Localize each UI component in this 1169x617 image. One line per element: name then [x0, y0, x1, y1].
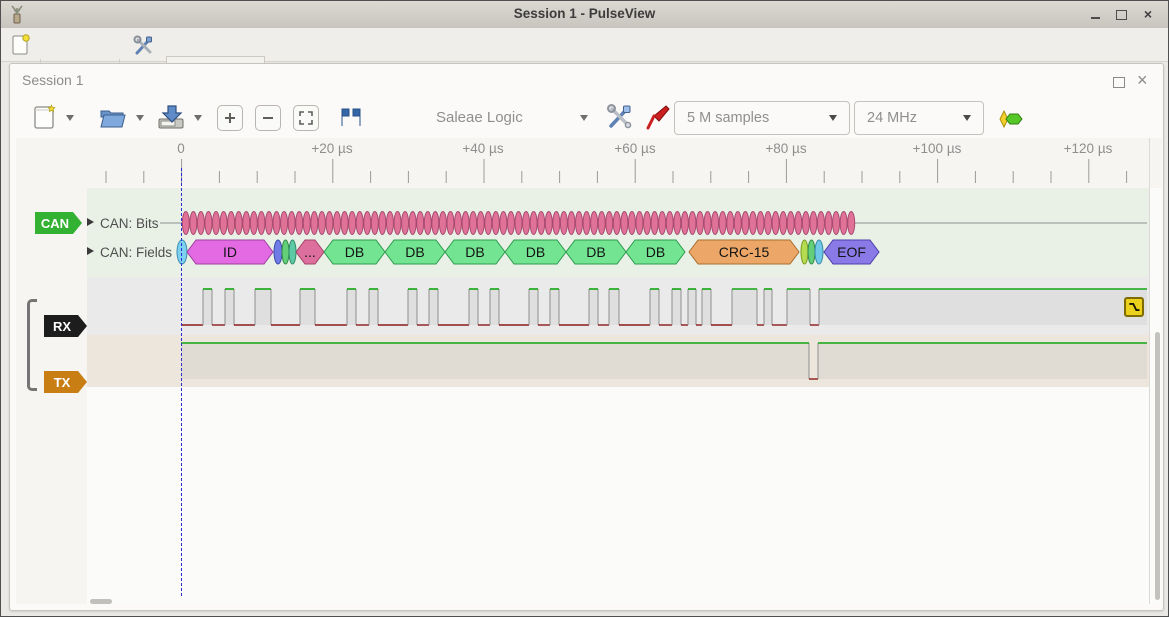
- sample-count-caret: [829, 115, 837, 121]
- rx-waveform: [181, 289, 1147, 325]
- new-session-icon[interactable]: [11, 34, 31, 56]
- tx-waveform: [181, 343, 1147, 379]
- open-file-dropdown-caret[interactable]: [136, 115, 144, 121]
- sample-rate-value: 24 MHz: [867, 110, 963, 126]
- svg-text:...: ...: [304, 244, 316, 260]
- ruler-ticks: [106, 159, 1127, 183]
- rx-channel-tag[interactable]: RX: [44, 315, 87, 337]
- window-titlebar: Session 1 - PulseView ×: [1, 1, 1168, 29]
- waveform-layer: ID... DB DB DB DB DB DB CRC-15 EOF: [16, 138, 1162, 604]
- svg-text:DB: DB: [345, 244, 364, 260]
- svg-text:DB: DB: [405, 244, 424, 260]
- window-maximize-button[interactable]: [1114, 8, 1128, 21]
- sample-rate-select[interactable]: 24 MHz: [854, 101, 984, 135]
- settings-tools-icon[interactable]: [132, 34, 156, 58]
- sample-rate-caret: [963, 115, 971, 121]
- channel-group-bracket: [27, 299, 37, 391]
- add-decoder-icon[interactable]: [996, 108, 1028, 130]
- bits-row-label: CAN: Bits: [100, 216, 159, 231]
- main-toolbar: Run Session 1 ×: [1, 28, 1168, 62]
- svg-text:DB: DB: [586, 244, 605, 260]
- subwindow-maximize-button[interactable]: [1113, 77, 1125, 88]
- pulseview-window: Session 1 - PulseView × Run Session 1: [0, 0, 1169, 617]
- can-bits-row: [160, 212, 1147, 235]
- svg-text:CRC-15: CRC-15: [719, 244, 770, 260]
- new-file-dropdown-caret[interactable]: [66, 115, 74, 121]
- svg-text:DB: DB: [465, 244, 484, 260]
- save-file-icon[interactable]: [156, 103, 186, 131]
- device-dropdown-caret[interactable]: [580, 115, 588, 121]
- zoom-out-button[interactable]: [255, 105, 281, 131]
- sample-count-value: 5 M samples: [687, 110, 829, 126]
- zoom-fit-button[interactable]: [293, 105, 319, 131]
- show-cursors-edges-icon[interactable]: [337, 106, 365, 128]
- svg-text:DB: DB: [646, 244, 665, 260]
- fields-row-expander[interactable]: [87, 247, 94, 255]
- device-config-icon[interactable]: [605, 102, 635, 132]
- svg-text:EOF: EOF: [837, 244, 866, 260]
- zoom-in-button[interactable]: [217, 105, 243, 131]
- can-decoder-tag[interactable]: CAN: [35, 212, 82, 234]
- session-subwindow: Session 1 ×: [9, 63, 1164, 611]
- channels-probe-icon[interactable]: [644, 102, 672, 132]
- window-title: Session 1 - PulseView: [1, 1, 1168, 28]
- window-close-button[interactable]: ×: [1141, 8, 1155, 21]
- fields-row-label: CAN: Fields: [100, 245, 172, 260]
- falling-edge-trigger-marker[interactable]: [1124, 297, 1144, 317]
- bits-row-expander[interactable]: [87, 218, 94, 226]
- window-minimize-button[interactable]: [1088, 8, 1102, 21]
- device-selector[interactable]: Saleae Logic: [436, 109, 523, 126]
- open-file-icon[interactable]: [98, 105, 128, 130]
- svg-text:ID: ID: [223, 244, 237, 260]
- save-dropdown-caret[interactable]: [194, 115, 202, 121]
- subwindow-title: Session 1: [22, 72, 83, 88]
- horizontal-scrollbar[interactable]: [90, 599, 112, 604]
- time-cursor-line[interactable]: [181, 168, 182, 596]
- can-fields-row: ID... DB DB DB DB DB DB CRC-15 EOF: [177, 240, 879, 264]
- svg-text:DB: DB: [526, 244, 545, 260]
- trace-view[interactable]: 0+20 µs+40 µs+60 µs+80 µs+100 µs+120 µs …: [16, 138, 1162, 604]
- sample-count-select[interactable]: 5 M samples: [674, 101, 850, 135]
- vertical-scrollbar[interactable]: [1155, 332, 1160, 600]
- tx-channel-tag[interactable]: TX: [44, 371, 87, 393]
- new-file-icon[interactable]: [32, 103, 58, 131]
- subwindow-close-button[interactable]: ×: [1137, 70, 1148, 91]
